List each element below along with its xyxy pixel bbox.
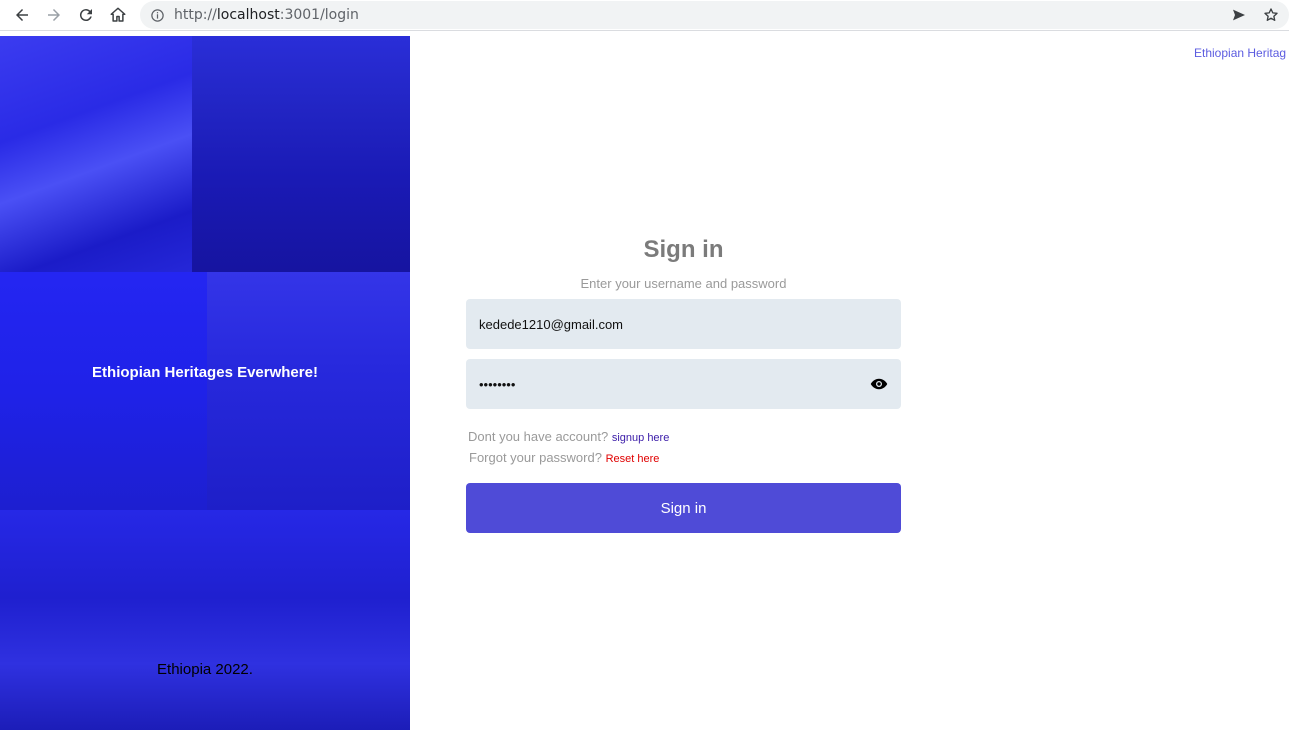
email-value: kedede1210@gmail.com [479, 316, 624, 332]
show-password-toggle[interactable] [870, 375, 888, 393]
forward-button[interactable] [38, 1, 70, 29]
heritage-image-obelisk [0, 272, 207, 510]
heritage-image-panel: Ethiopian Heritages Everwhere! Ethiopia … [0, 36, 410, 730]
footer-year: Ethiopia 2022. [157, 661, 253, 678]
send-tab-button[interactable] [1227, 3, 1251, 27]
site-info-button[interactable] [140, 8, 174, 23]
sign-in-button[interactable]: Sign in [466, 483, 901, 533]
reset-link[interactable]: Reset here [606, 453, 660, 465]
password-value: •••••••• [479, 376, 516, 392]
reset-row: Forgot your password? Reset here [469, 450, 901, 465]
url-path: :3001/login [279, 7, 359, 23]
reload-icon [79, 9, 92, 22]
email-field[interactable]: kedede1210@gmail.com [466, 299, 901, 349]
signup-row: Dont you have account? signup here [468, 429, 901, 444]
url-scheme: http:// [174, 7, 217, 23]
heritage-image-castle [192, 36, 410, 272]
form-title: Sign in [643, 236, 724, 263]
home-button[interactable] [102, 1, 134, 29]
address-bar-actions [1227, 1, 1283, 29]
url-text: http://localhost:3001/login [174, 7, 359, 23]
heritage-image-zebras [207, 272, 410, 510]
heritage-image-rock-church [0, 36, 192, 272]
password-field[interactable]: •••••••• [466, 359, 901, 409]
brand-link[interactable]: Ethiopian Heritag [1194, 46, 1289, 60]
url-host: localhost [216, 7, 280, 23]
back-button[interactable] [6, 1, 38, 29]
signup-link[interactable]: signup here [612, 432, 670, 444]
bookmark-button[interactable] [1259, 3, 1283, 27]
forward-icon [48, 9, 60, 21]
login-page: Ethiopian Heritages Everwhere! Ethiopia … [0, 36, 1289, 730]
star-icon [1264, 8, 1278, 21]
home-icon [110, 7, 126, 22]
form-subtitle: Enter your username and password [580, 276, 787, 291]
reset-prompt: Forgot your password? [469, 450, 602, 465]
login-form: Sign in Enter your username and password… [466, 236, 901, 533]
hero-tagline: Ethiopian Heritages Everwhere! [92, 364, 318, 381]
sign-in-label: Sign in [660, 499, 707, 517]
heritage-image-waterfall [0, 510, 410, 730]
info-icon [150, 8, 164, 22]
signup-prompt: Dont you have account? [468, 429, 609, 444]
eye-icon [870, 378, 888, 390]
reload-button[interactable] [70, 1, 102, 29]
back-icon [16, 9, 28, 21]
address-bar[interactable]: http://localhost:3001/login [140, 1, 1289, 29]
send-icon [1233, 9, 1245, 21]
browser-toolbar: http://localhost:3001/login [0, 0, 1289, 31]
